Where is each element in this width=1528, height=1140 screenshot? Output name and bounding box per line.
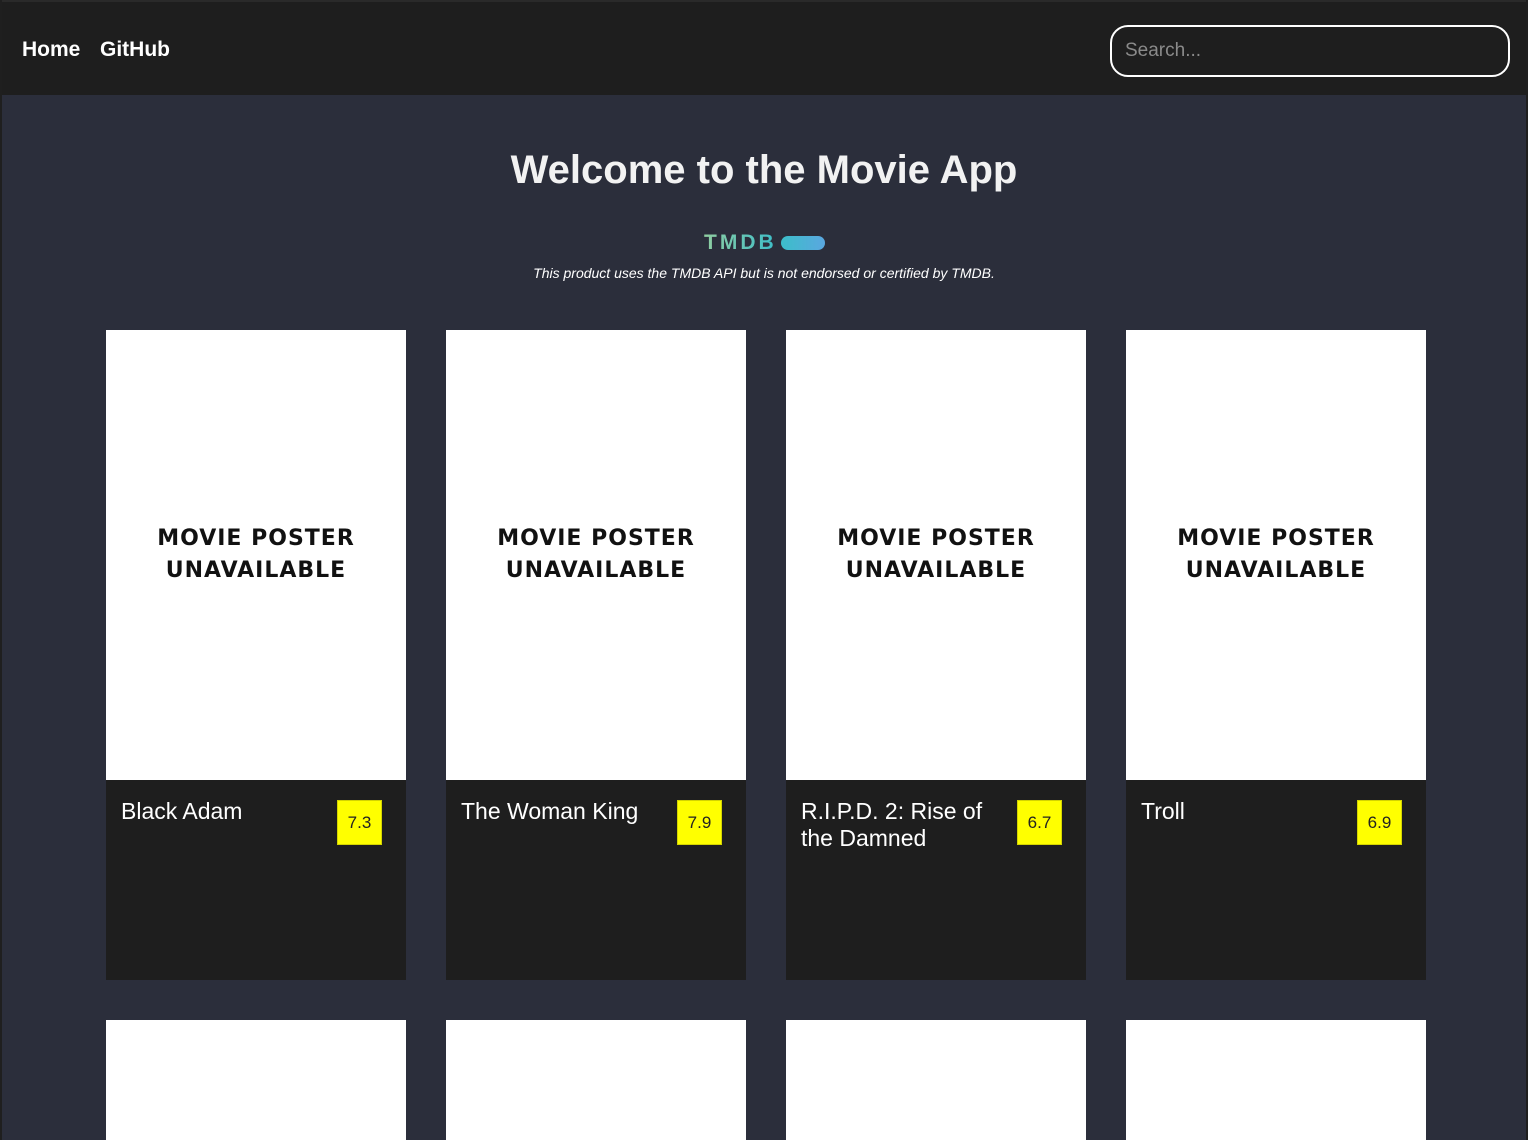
movie-title: The Woman King — [461, 798, 639, 824]
poster-unavailable-text: MOVIE POSTER UNAVAILABLE — [497, 525, 695, 583]
nav-home-link[interactable]: Home — [22, 37, 80, 63]
movie-card[interactable] — [786, 1020, 1086, 1140]
movie-title: Black Adam — [121, 798, 243, 824]
movie-rating-badge: 6.9 — [1357, 800, 1402, 845]
movie-rating-badge: 7.3 — [337, 800, 382, 845]
movie-poster-placeholder[interactable]: MOVIE POSTER UNAVAILABLE — [786, 330, 1086, 780]
movie-rating-badge: 7.9 — [677, 800, 722, 845]
poster-unavailable-text: MOVIE POSTER UNAVAILABLE — [1177, 525, 1375, 583]
page-title: Welcome to the Movie App — [510, 148, 1018, 192]
movie-rating-badge: 6.7 — [1017, 800, 1062, 845]
tmdb-logo-pill — [780, 236, 825, 250]
tmdb-logo[interactable]: TMDB — [704, 230, 825, 256]
movie-card[interactable] — [1126, 1020, 1426, 1140]
movie-title: Troll — [1141, 798, 1185, 824]
movie-card[interactable] — [446, 1020, 746, 1140]
movie-poster-placeholder[interactable] — [1126, 1020, 1426, 1140]
movie-poster-placeholder[interactable] — [106, 1020, 406, 1140]
top-navbar: Home GitHub — [0, 0, 1528, 95]
movie-card[interactable] — [106, 1020, 406, 1140]
poster-unavailable-text: MOVIE POSTER UNAVAILABLE — [157, 525, 355, 583]
movie-poster-placeholder[interactable]: MOVIE POSTER UNAVAILABLE — [1126, 330, 1426, 780]
movie-card[interactable]: MOVIE POSTER UNAVAILABLE Black Adam 7.3 — [106, 330, 406, 980]
search-input[interactable] — [1110, 25, 1510, 77]
movie-card[interactable]: MOVIE POSTER UNAVAILABLE R.I.P.D. 2: Ris… — [786, 330, 1086, 980]
movie-card[interactable]: MOVIE POSTER UNAVAILABLE The Woman King … — [446, 330, 746, 980]
movie-poster-placeholder[interactable] — [786, 1020, 1086, 1140]
tmdb-disclaimer: This product uses the TMDB API but is no… — [533, 265, 995, 281]
movie-title: R.I.P.D. 2: Rise of the Damned — [801, 798, 983, 851]
tmdb-logo-text: TMDB — [704, 231, 777, 254]
movie-poster-placeholder[interactable]: MOVIE POSTER UNAVAILABLE — [446, 330, 746, 780]
movie-card[interactable]: MOVIE POSTER UNAVAILABLE Troll 6.9 — [1126, 330, 1426, 980]
movie-poster-placeholder[interactable] — [446, 1020, 746, 1140]
movie-poster-placeholder[interactable]: MOVIE POSTER UNAVAILABLE — [106, 330, 406, 780]
nav-github-link[interactable]: GitHub — [100, 37, 170, 63]
poster-unavailable-text: MOVIE POSTER UNAVAILABLE — [837, 525, 1035, 583]
